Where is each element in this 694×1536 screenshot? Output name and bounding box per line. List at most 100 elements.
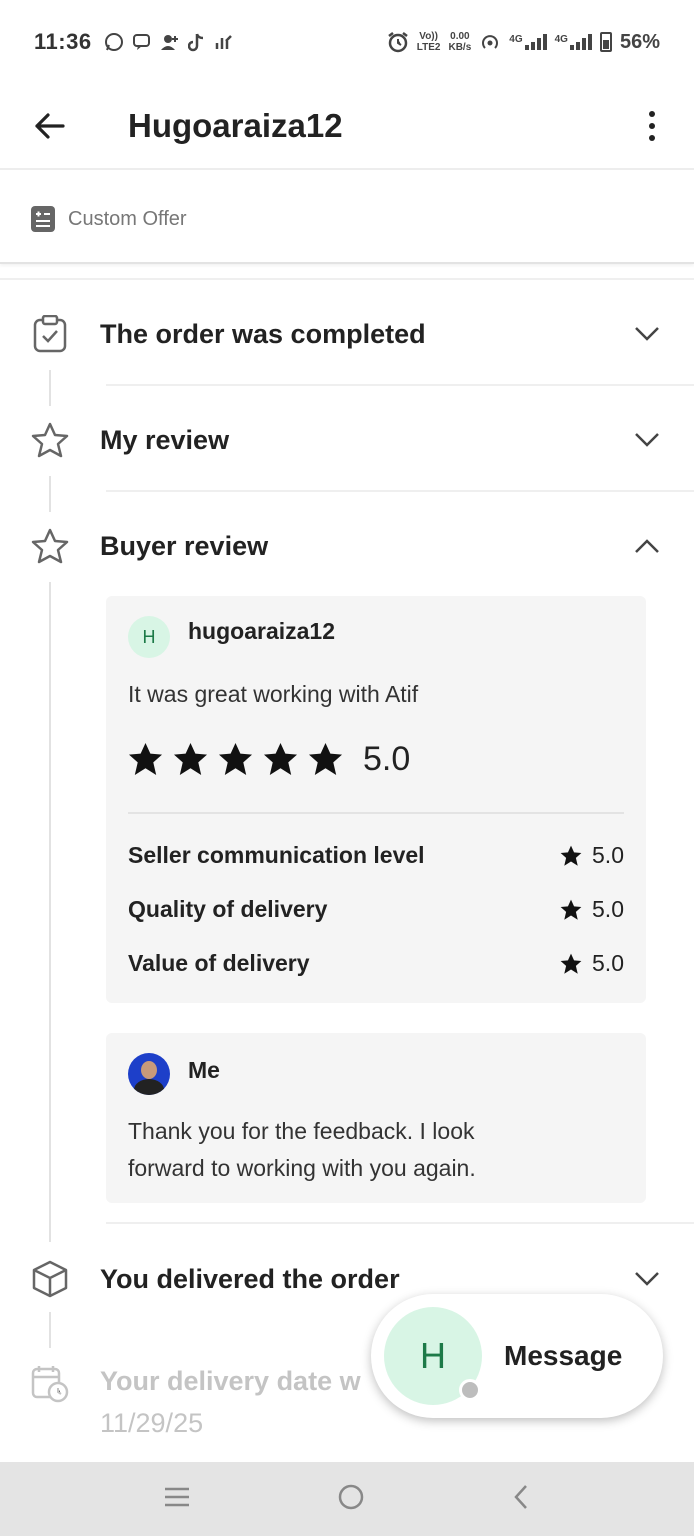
star-filled-icon xyxy=(308,742,343,776)
star-outline-icon xyxy=(30,420,70,460)
overall-rating: 5.0 xyxy=(128,740,410,779)
arrow-left-icon xyxy=(35,113,65,139)
star-filled-icon xyxy=(560,845,582,866)
star-filled-icon xyxy=(218,742,253,776)
tiktok-icon xyxy=(187,33,203,52)
volte-top: Vo)) xyxy=(419,31,438,42)
whatsapp-icon xyxy=(104,33,123,51)
rating-score: 5.0 xyxy=(592,842,624,868)
battery-level: 56% xyxy=(619,30,660,53)
chevron-down-icon[interactable] xyxy=(634,321,660,347)
volte-bottom: LTE2 xyxy=(416,42,441,53)
message-button-label: Message xyxy=(504,1340,623,1371)
signal-2: 4G xyxy=(555,34,592,50)
timeline-title-my-review: My review xyxy=(100,424,230,455)
rating-label: Seller communication level xyxy=(128,842,425,868)
recent-apps-icon[interactable] xyxy=(163,1486,191,1513)
rating-score: 5.0 xyxy=(592,950,624,976)
timeline-title-order-completed: The order was completed xyxy=(100,318,426,349)
rating-value: 5.0 xyxy=(560,896,624,923)
reviewer-name: hugoaraiza12 xyxy=(188,617,335,644)
chevron-up-icon[interactable] xyxy=(634,533,660,559)
network-type-2: 4G xyxy=(554,34,568,45)
reply-text-line: forward to working with you again. xyxy=(128,1155,476,1181)
rating-score: 5.0 xyxy=(592,896,624,922)
back-button[interactable] xyxy=(0,83,100,169)
clipboard-check-icon xyxy=(30,314,70,354)
star-filled-icon xyxy=(263,742,298,776)
timeline-connector xyxy=(49,582,51,1242)
signal-bars-2-icon xyxy=(569,34,592,50)
rating-row: Value of delivery 5.0 xyxy=(128,950,624,977)
contact-avatar-initial: H xyxy=(420,1335,446,1376)
timeline-item-my-review[interactable]: My review xyxy=(0,387,694,493)
speed-indicator: 0.00 KB/s xyxy=(448,31,471,53)
speed-value: 0.00 xyxy=(450,31,470,42)
avatar: H xyxy=(128,616,170,658)
status-time: 11:36 xyxy=(34,29,92,54)
custom-offer-bar[interactable]: Custom Offer xyxy=(0,176,694,264)
reviewer: H hugoaraiza12 xyxy=(128,616,335,658)
delivery-date-value: 11/29/25 xyxy=(100,1408,204,1438)
star-filled-icon xyxy=(128,742,163,776)
volte-indicator: Vo)) LTE2 xyxy=(417,31,441,53)
app-header: Hugoaraiza12 xyxy=(0,84,694,170)
rating-row: Quality of delivery 5.0 xyxy=(128,896,624,923)
rating-value: 5.0 xyxy=(560,950,624,977)
message-button[interactable]: H Message xyxy=(371,1294,663,1418)
battery-icon xyxy=(599,32,612,52)
divider xyxy=(0,278,694,280)
activity-icon xyxy=(215,35,232,49)
hotspot-icon xyxy=(482,35,499,49)
rating-label: Value of delivery xyxy=(128,950,310,976)
offer-document-icon xyxy=(31,206,55,232)
chevron-down-icon[interactable] xyxy=(634,1266,660,1292)
star-outline-icon xyxy=(30,526,70,566)
system-nav-bar xyxy=(0,1462,694,1536)
star-filled-icon xyxy=(560,899,582,920)
alarm-icon xyxy=(388,32,408,53)
divider xyxy=(128,812,624,814)
person-add-icon xyxy=(160,35,178,50)
notification-icons xyxy=(104,32,234,52)
more-options-icon[interactable] xyxy=(622,83,682,169)
chat-icon xyxy=(132,34,150,50)
buyer-review-card: H hugoaraiza12 It was great working with… xyxy=(106,596,646,1003)
overall-score: 5.0 xyxy=(363,740,411,778)
delivery-date-label: Your delivery date w xyxy=(100,1366,361,1396)
timeline-title-delivered: You delivered the order xyxy=(100,1263,400,1294)
package-icon xyxy=(30,1259,70,1299)
signal-bars-1-icon xyxy=(524,34,547,50)
divider xyxy=(106,1222,694,1224)
speed-unit: KB/s xyxy=(448,42,472,53)
status-bar: 11:36 Vo)) LTE2 0.00 KB/s 4G 4G 56% xyxy=(0,0,694,84)
conversation-title: Hugoaraiza12 xyxy=(128,107,343,144)
rating-label: Quality of delivery xyxy=(128,896,328,922)
signal-1: 4G xyxy=(509,34,547,50)
chevron-down-icon[interactable] xyxy=(634,427,660,453)
review-text: It was great working with Atif xyxy=(128,681,419,707)
home-icon[interactable] xyxy=(337,1483,365,1516)
reply-text-line: Thank you for the feedback. I look xyxy=(128,1118,475,1144)
reply-author: Me xyxy=(128,1053,220,1095)
divider xyxy=(106,490,694,492)
avatar xyxy=(128,1053,170,1095)
star-filled-icon xyxy=(173,742,208,776)
rating-value: 5.0 xyxy=(560,842,624,869)
reply-text: Thank you for the feedback. I look forwa… xyxy=(128,1113,476,1187)
offline-status-dot xyxy=(459,1379,481,1401)
calendar-clock-icon xyxy=(30,1364,70,1404)
rating-row: Seller communication level 5.0 xyxy=(128,842,624,869)
timeline-item-buyer-review[interactable]: Buyer review xyxy=(0,493,694,599)
timeline-item-order-completed[interactable]: The order was completed xyxy=(0,281,694,387)
reply-author-name: Me xyxy=(188,1056,220,1083)
back-nav-icon[interactable] xyxy=(511,1483,531,1516)
custom-offer-label: Custom Offer xyxy=(68,207,187,230)
status-right: Vo)) LTE2 0.00 KB/s 4G 4G 56% xyxy=(387,31,660,54)
network-type-1: 4G xyxy=(509,34,523,45)
seller-reply-card: Me Thank you for the feedback. I look fo… xyxy=(106,1033,646,1203)
divider xyxy=(106,384,694,386)
timeline-title-buyer-review: Buyer review xyxy=(100,530,269,561)
contact-avatar: H xyxy=(384,1307,482,1405)
star-filled-icon xyxy=(560,953,582,974)
